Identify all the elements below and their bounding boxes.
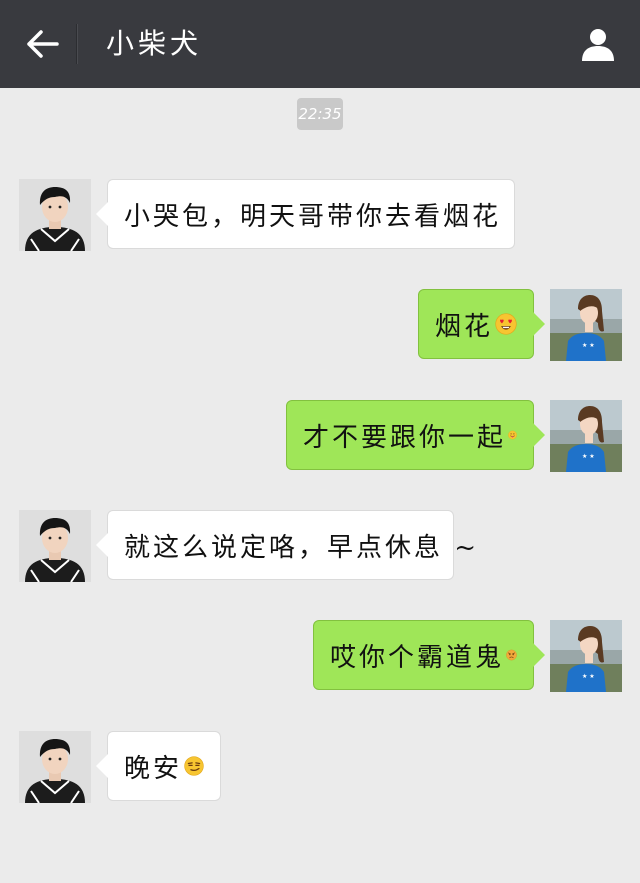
outgoing-message-bubble[interactable]: 哎你个霸道鬼 [313,620,545,690]
outgoing-message-bubble[interactable]: 烟花 [418,289,545,359]
incoming-message-bubble[interactable]: 就这么说定咯，早点休息 ~ [96,510,476,580]
incoming-message-bubble[interactable]: 晚安 [96,731,221,801]
arrow-left-icon [27,30,59,58]
message-text: 小哭包，明天哥带你去看烟花 [124,201,502,232]
message-text: 晚安 [124,753,183,784]
self-avatar[interactable] [550,400,622,472]
outgoing-message-bubble[interactable]: 才不要跟你一起 [286,400,545,470]
contact-avatar[interactable] [19,179,91,251]
back-button[interactable] [22,24,62,64]
contact-avatar[interactable] [19,731,91,803]
chat-title: 小柴犬 [106,27,203,60]
message-timestamp: 22:35 [297,98,343,130]
message-text: 烟花 [435,311,494,342]
smirk-emoji-icon [184,756,204,776]
self-avatar[interactable] [550,289,622,361]
message-text: 哎你个霸道鬼 [330,642,505,673]
incoming-message-bubble[interactable]: 小哭包，明天哥带你去看烟花 [96,179,515,249]
message-text: 就这么说定咯，早点休息 ~ [124,532,480,563]
heart-eyes-emoji-icon [495,313,517,335]
self-avatar[interactable] [550,620,622,692]
header-divider [76,24,78,64]
message-text: 才不要跟你一起 [303,422,507,453]
chat-header: 小柴犬 [0,0,640,88]
person-icon [582,29,614,61]
contact-avatar[interactable] [19,510,91,582]
chat-info-button[interactable] [576,22,620,66]
angry-emoji-icon [506,649,517,661]
tongue-out-emoji-icon [508,430,517,440]
